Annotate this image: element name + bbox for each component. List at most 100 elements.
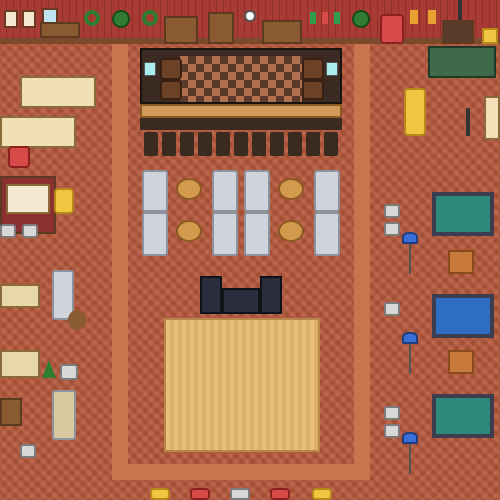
teddy-bear-icon[interactable] [68,310,86,330]
piano[interactable] [484,96,500,140]
wooden-stage[interactable] [164,318,320,452]
gift-box-icon[interactable] [482,28,498,44]
bar-stool[interactable] [216,132,230,156]
chair[interactable] [384,406,400,420]
chair[interactable] [384,302,400,316]
chair[interactable] [384,424,400,438]
side-table[interactable] [448,250,474,274]
lamp-pole [409,244,411,274]
chair[interactable] [312,488,332,500]
barrel[interactable] [160,58,182,80]
bar-front [140,118,342,130]
potted-plant-icon [352,10,370,28]
sofa[interactable] [212,170,238,212]
bar-stool[interactable] [180,132,194,156]
walkway-left [112,44,128,480]
armchair[interactable] [8,146,30,168]
bar-stool[interactable] [162,132,176,156]
speaker[interactable] [222,288,260,314]
cabinet[interactable] [208,12,234,44]
christmas-stocking-icon [310,12,316,24]
chair[interactable] [270,488,290,500]
bar-stool[interactable] [306,132,320,156]
round-table[interactable] [278,220,304,242]
christmas-stocking-icon [322,12,328,24]
game-scene [0,0,500,500]
sofa[interactable] [212,212,238,256]
side-table[interactable] [448,350,474,374]
billiard-table[interactable] [432,192,494,236]
fireplace[interactable] [442,20,474,44]
cabinet[interactable] [164,16,198,44]
sofa[interactable] [52,390,76,440]
chair[interactable] [384,222,400,236]
checker-floor [180,56,302,102]
bar-stool[interactable] [324,132,338,156]
sofa[interactable] [314,170,340,212]
chimney-pipe [458,0,462,20]
throne-chair[interactable] [380,14,404,44]
bar-stool[interactable] [252,132,266,156]
bar-stool[interactable] [288,132,302,156]
wreath-icon [84,10,100,26]
floor-lamp-icon[interactable] [402,232,418,244]
bar-stool[interactable] [198,132,212,156]
chair[interactable] [60,364,78,380]
bar-stool[interactable] [144,132,158,156]
sofa[interactable] [244,212,270,256]
floor-lamp-icon[interactable] [402,432,418,444]
potted-plant-icon [112,10,130,28]
barrel[interactable] [160,80,182,100]
sofa[interactable] [314,212,340,256]
side-desk[interactable] [40,22,80,38]
chair[interactable] [20,444,36,458]
armchair[interactable] [54,188,74,214]
bookshelf[interactable] [20,76,96,108]
bar-stool[interactable] [234,132,248,156]
wall-trim [0,38,500,44]
chair[interactable] [0,224,16,238]
portrait-frame-icon [4,10,18,28]
easel-icon[interactable] [466,108,470,136]
flag-icon [428,10,436,24]
speaker[interactable] [200,276,222,314]
round-table[interactable] [176,220,202,242]
sofa[interactable] [142,170,168,212]
barrel[interactable] [302,80,324,100]
side-table[interactable] [0,398,22,426]
floor-lamp-icon[interactable] [402,332,418,344]
chair[interactable] [230,488,250,500]
round-table[interactable] [278,178,304,200]
cushion-bench[interactable] [0,350,40,378]
flag-icon [410,10,418,24]
bookshelf[interactable] [0,116,76,148]
dresser[interactable] [262,20,302,44]
billiard-table[interactable] [432,394,494,438]
air-hockey-table[interactable] [432,294,494,338]
bottle-icon [144,62,156,76]
bar-counter[interactable] [140,104,342,118]
walkway-right [354,44,370,480]
green-rug [428,46,496,78]
armchair[interactable] [404,88,426,136]
chair[interactable] [384,204,400,218]
wall-clock-icon [244,10,256,22]
round-table[interactable] [176,178,202,200]
sofa[interactable] [244,170,270,212]
christmas-stocking-icon [334,12,340,24]
wreath-icon [142,10,158,26]
walkway-bottom [112,464,370,480]
chair[interactable] [150,488,170,500]
sofa[interactable] [142,212,168,256]
bar-stool[interactable] [270,132,284,156]
desk[interactable] [6,184,50,214]
bottle-icon [326,62,338,76]
lamp-pole [409,344,411,374]
barrel[interactable] [302,58,324,80]
side-table[interactable] [0,284,40,308]
speaker[interactable] [260,276,282,314]
lamp-pole [409,444,411,474]
chair[interactable] [190,488,210,500]
chair[interactable] [22,224,38,238]
portrait-frame-icon [22,10,36,28]
